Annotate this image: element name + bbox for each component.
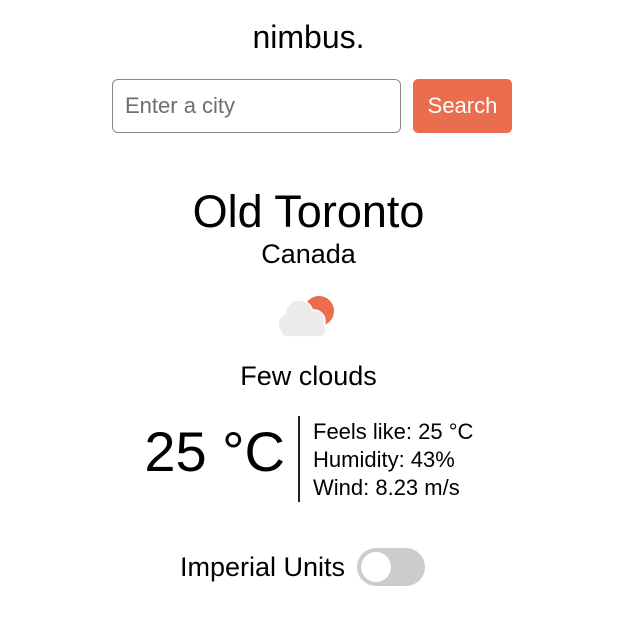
imperial-units-label: Imperial Units: [180, 552, 346, 582]
feels-like-text: Feels like: 25 °C: [313, 419, 474, 444]
weather-description: Few clouds: [240, 361, 377, 391]
toggle-knob: [361, 552, 392, 582]
metrics-divider: [298, 416, 300, 502]
country-name: Canada: [261, 239, 356, 269]
city-name: Old Toronto: [192, 186, 425, 237]
humidity-text: Humidity: 43%: [313, 447, 455, 472]
weather-metrics: 25 °C Feels like: 25 °C Humidity: 43% Wi…: [0, 414, 617, 502]
units-setting: Imperial Units: [180, 547, 426, 587]
temperature-value: 25 °C: [144, 420, 285, 483]
app-title: nimbus.: [252, 19, 365, 55]
imperial-units-toggle[interactable]: [357, 548, 426, 586]
weather-details: Feels like: 25 °C Humidity: 43% Wind: 8.…: [313, 418, 473, 502]
search-button[interactable]: Search: [413, 79, 512, 133]
wind-text: Wind: 8.23 m/s: [313, 475, 460, 500]
weather-app: nimbus. Search Old Toronto Canada Few cl…: [0, 0, 617, 617]
few-clouds-day-icon: [277, 296, 334, 338]
search-bar: Search: [112, 79, 512, 133]
city-search-input[interactable]: [112, 79, 401, 133]
